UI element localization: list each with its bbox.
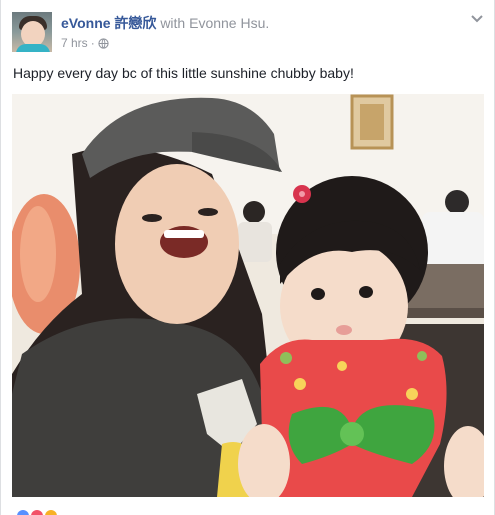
post-header: eVonne 許戀欣 with Evonne Hsu. 7 hrs · xyxy=(1,0,494,60)
post-meta: 7 hrs · xyxy=(61,36,109,50)
post-name-line: eVonne 許戀欣 with Evonne Hsu. xyxy=(61,14,269,32)
chevron-down-icon[interactable] xyxy=(470,14,484,24)
meta-separator: · xyxy=(90,36,95,50)
author-avatar[interactable] xyxy=(12,12,52,52)
reaction-icons[interactable] xyxy=(17,508,77,515)
post-caption: Happy every day bc of this little sunshi… xyxy=(13,65,354,81)
globe-icon[interactable] xyxy=(98,37,109,49)
post-photo[interactable] xyxy=(12,94,484,497)
tagged-person-link[interactable]: Evonne Hsu. xyxy=(189,15,269,31)
author-name-link[interactable]: eVonne 許戀欣 xyxy=(61,15,156,31)
with-label: with xyxy=(160,15,186,31)
facebook-post: eVonne 許戀欣 with Evonne Hsu. 7 hrs · Happ… xyxy=(0,0,495,515)
timestamp-link[interactable]: 7 hrs xyxy=(61,36,88,50)
